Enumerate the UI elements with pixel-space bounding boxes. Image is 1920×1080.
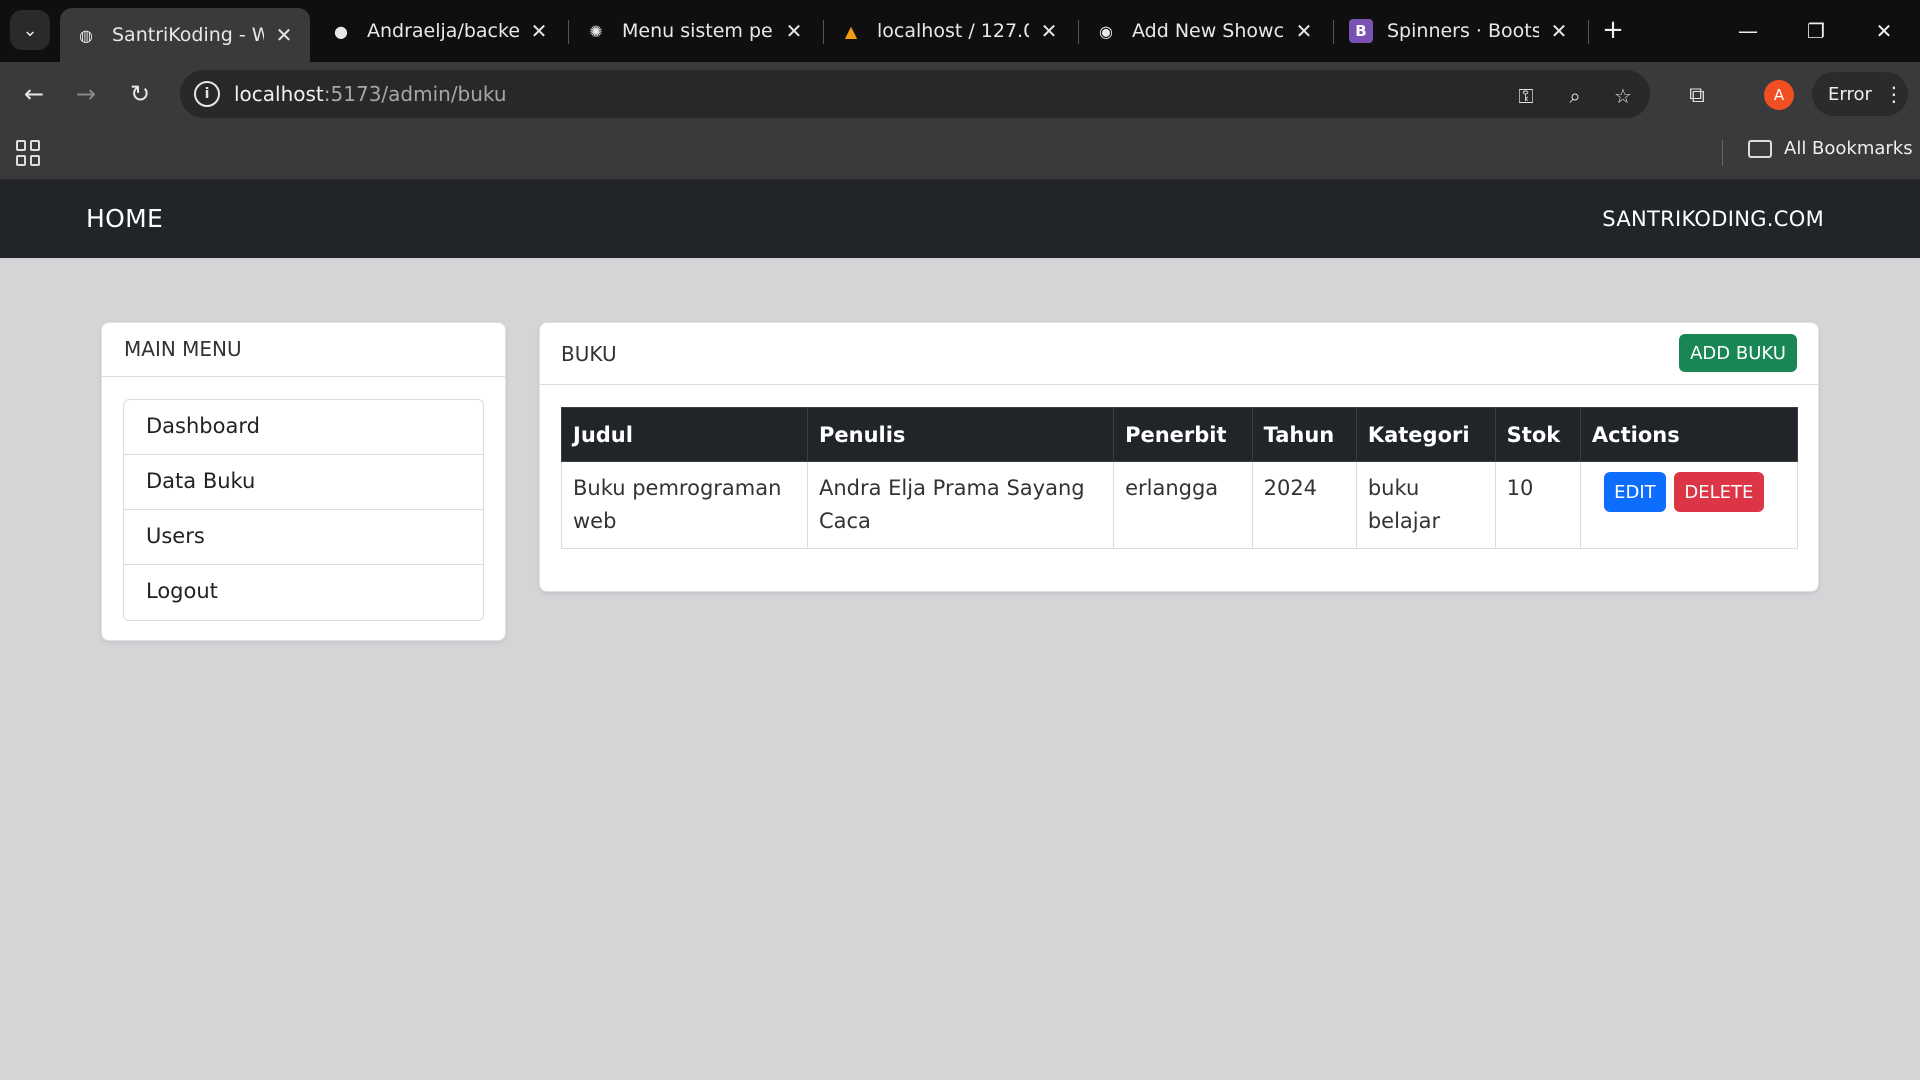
restore-icon: ❐ [1807, 19, 1825, 43]
info-icon[interactable]: i [194, 81, 220, 107]
close-icon[interactable]: ✕ [1292, 19, 1316, 43]
star-icon[interactable]: ☆ [1609, 82, 1637, 110]
close-icon[interactable]: ✕ [782, 19, 806, 43]
reload-button[interactable]: ↻ [120, 74, 160, 114]
zoom-icon[interactable]: ⌕ [1561, 82, 1589, 110]
close-icon[interactable]: ✕ [1037, 19, 1061, 43]
tab-santrikoding[interactable]: ◍ SantriKoding - Wel ✕ [60, 8, 310, 62]
openai-icon: ✺ [589, 21, 603, 41]
profile-avatar[interactable]: A [1764, 80, 1794, 110]
close-window-button[interactable]: ✕ [1850, 0, 1918, 62]
buku-table: Judul Penulis Penerbit Tahun Kategori St… [561, 407, 1799, 549]
url-host: localhost [234, 82, 324, 106]
main-menu-card: MAIN MENU Dashboard Data Buku Users Logo… [101, 322, 506, 641]
globe-icon: ◍ [79, 25, 93, 45]
table-header-row: Judul Penulis Penerbit Tahun Kategori St… [561, 407, 1799, 462]
browser-tabstrip: ⌄ ◍ SantriKoding - Wel ✕ ● Andraelja/bac… [0, 0, 1920, 62]
error-label: Error [1828, 83, 1872, 105]
bootstrap-icon: B [1349, 19, 1373, 43]
minimize-button[interactable]: — [1714, 0, 1782, 62]
arrow-left-icon: ← [23, 80, 45, 108]
error-menu-button[interactable]: Error ⋮ [1812, 72, 1908, 116]
phpmyadmin-icon: ▲ [844, 21, 858, 41]
tab-discord[interactable]: ◉ Add New Showcas ✕ [1080, 8, 1330, 54]
column-header-penerbit: Penerbit [1113, 407, 1253, 462]
cell-actions: EDIT DELETE [1579, 461, 1799, 549]
column-header-kategori: Kategori [1355, 407, 1496, 462]
extensions-icon[interactable]: ⧉ [1682, 80, 1712, 110]
tab-title: Menu sistem perpu [622, 20, 774, 42]
tab-chatgpt[interactable]: ✺ Menu sistem perpu ✕ [570, 8, 820, 54]
url-path: :5173/admin/buku [323, 82, 507, 106]
back-button[interactable]: ← [14, 74, 54, 114]
app-navbar: HOME SANTRIKODING.COM [0, 180, 1920, 258]
cell-judul: Buku pemrograman web [561, 461, 808, 549]
tab-separator [823, 20, 824, 44]
close-icon: ✕ [1875, 19, 1893, 43]
sidebar-item-users[interactable]: Users [124, 510, 483, 565]
minimize-icon: — [1738, 19, 1758, 43]
nav-site-link[interactable]: SANTRIKODING.COM [1602, 207, 1824, 231]
cell-stok: 10 [1494, 461, 1581, 549]
tab-title: Spinners · Bootstra [1387, 20, 1539, 42]
tab-title: SantriKoding - Wel [112, 24, 264, 46]
buku-title: BUKU [561, 342, 617, 366]
new-tab-button[interactable]: + [1595, 12, 1631, 48]
tab-title: localhost / 127.0.0 [877, 20, 1029, 42]
all-bookmarks-button[interactable]: All Bookmarks [1748, 138, 1913, 159]
buku-card-header: BUKU ADD BUKU [540, 323, 1818, 385]
bookmarks-bar: All Bookmarks [0, 126, 1920, 180]
cell-tahun: 2024 [1251, 461, 1357, 549]
reload-icon: ↻ [129, 80, 151, 108]
tab-bootstrap[interactable]: B Spinners · Bootstra ✕ [1335, 8, 1585, 54]
column-header-actions: Actions [1579, 407, 1799, 462]
buku-card: BUKU ADD BUKU Judul Penulis Penerbit Tah… [539, 322, 1819, 592]
key-icon[interactable]: ⚿ [1512, 82, 1540, 110]
cell-penerbit: erlangga [1113, 461, 1253, 549]
sidebar-item-data-buku[interactable]: Data Buku [124, 455, 483, 510]
delete-button[interactable]: DELETE [1673, 472, 1764, 512]
tab-github[interactable]: ● Andraelja/backend ✕ [315, 8, 565, 54]
all-bookmarks-label: All Bookmarks [1784, 138, 1913, 159]
forward-button[interactable]: → [66, 74, 106, 114]
arrow-right-icon: → [75, 80, 97, 108]
browser-toolbar: ← → ↻ i localhost:5173/admin/buku ⚿ ⌕ ☆ … [0, 62, 1920, 126]
close-icon[interactable]: ✕ [527, 19, 551, 43]
tab-title: Andraelja/backend [367, 20, 519, 42]
github-icon: ● [334, 21, 348, 41]
tab-search-button[interactable]: ⌄ [10, 10, 50, 50]
edit-button[interactable]: EDIT [1603, 472, 1666, 512]
folder-icon [1748, 139, 1772, 158]
plus-icon: + [1602, 15, 1624, 45]
column-header-tahun: Tahun [1251, 407, 1357, 462]
main-menu-list: Dashboard Data Buku Users Logout [123, 399, 484, 621]
main-menu-title: MAIN MENU [102, 323, 505, 377]
cell-kategori: buku belajar [1355, 461, 1496, 549]
tab-separator [1333, 20, 1334, 44]
table-row: Buku pemrograman web Andra Elja Prama Sa… [561, 461, 1799, 549]
tab-title: Add New Showcas [1132, 20, 1284, 42]
tab-separator [1078, 20, 1079, 44]
close-icon[interactable]: ✕ [1547, 19, 1571, 43]
address-bar[interactable]: i localhost:5173/admin/buku ⚿ ⌕ ☆ [180, 70, 1650, 118]
column-header-penulis: Penulis [806, 407, 1115, 462]
cell-penulis: Andra Elja Prama Sayang Caca [806, 461, 1115, 549]
add-buku-button[interactable]: ADD BUKU [1679, 334, 1797, 372]
tab-separator [1588, 20, 1589, 44]
tab-separator [568, 20, 569, 44]
apps-grid-icon[interactable] [16, 140, 42, 166]
discord-icon: ◉ [1099, 21, 1113, 41]
chevron-down-icon: ⌄ [22, 19, 38, 41]
bookmarks-separator [1722, 140, 1723, 166]
sidebar-item-logout[interactable]: Logout [124, 565, 483, 620]
restore-button[interactable]: ❐ [1782, 0, 1850, 62]
tab-phpmyadmin[interactable]: ▲ localhost / 127.0.0 ✕ [825, 8, 1075, 54]
kebab-menu-icon: ⋮ [1883, 82, 1904, 106]
column-header-stok: Stok [1494, 407, 1581, 462]
close-icon[interactable]: ✕ [272, 23, 296, 47]
nav-home-link[interactable]: HOME [86, 204, 163, 233]
sidebar-item-dashboard[interactable]: Dashboard [124, 400, 483, 455]
column-header-judul: Judul [561, 407, 808, 462]
